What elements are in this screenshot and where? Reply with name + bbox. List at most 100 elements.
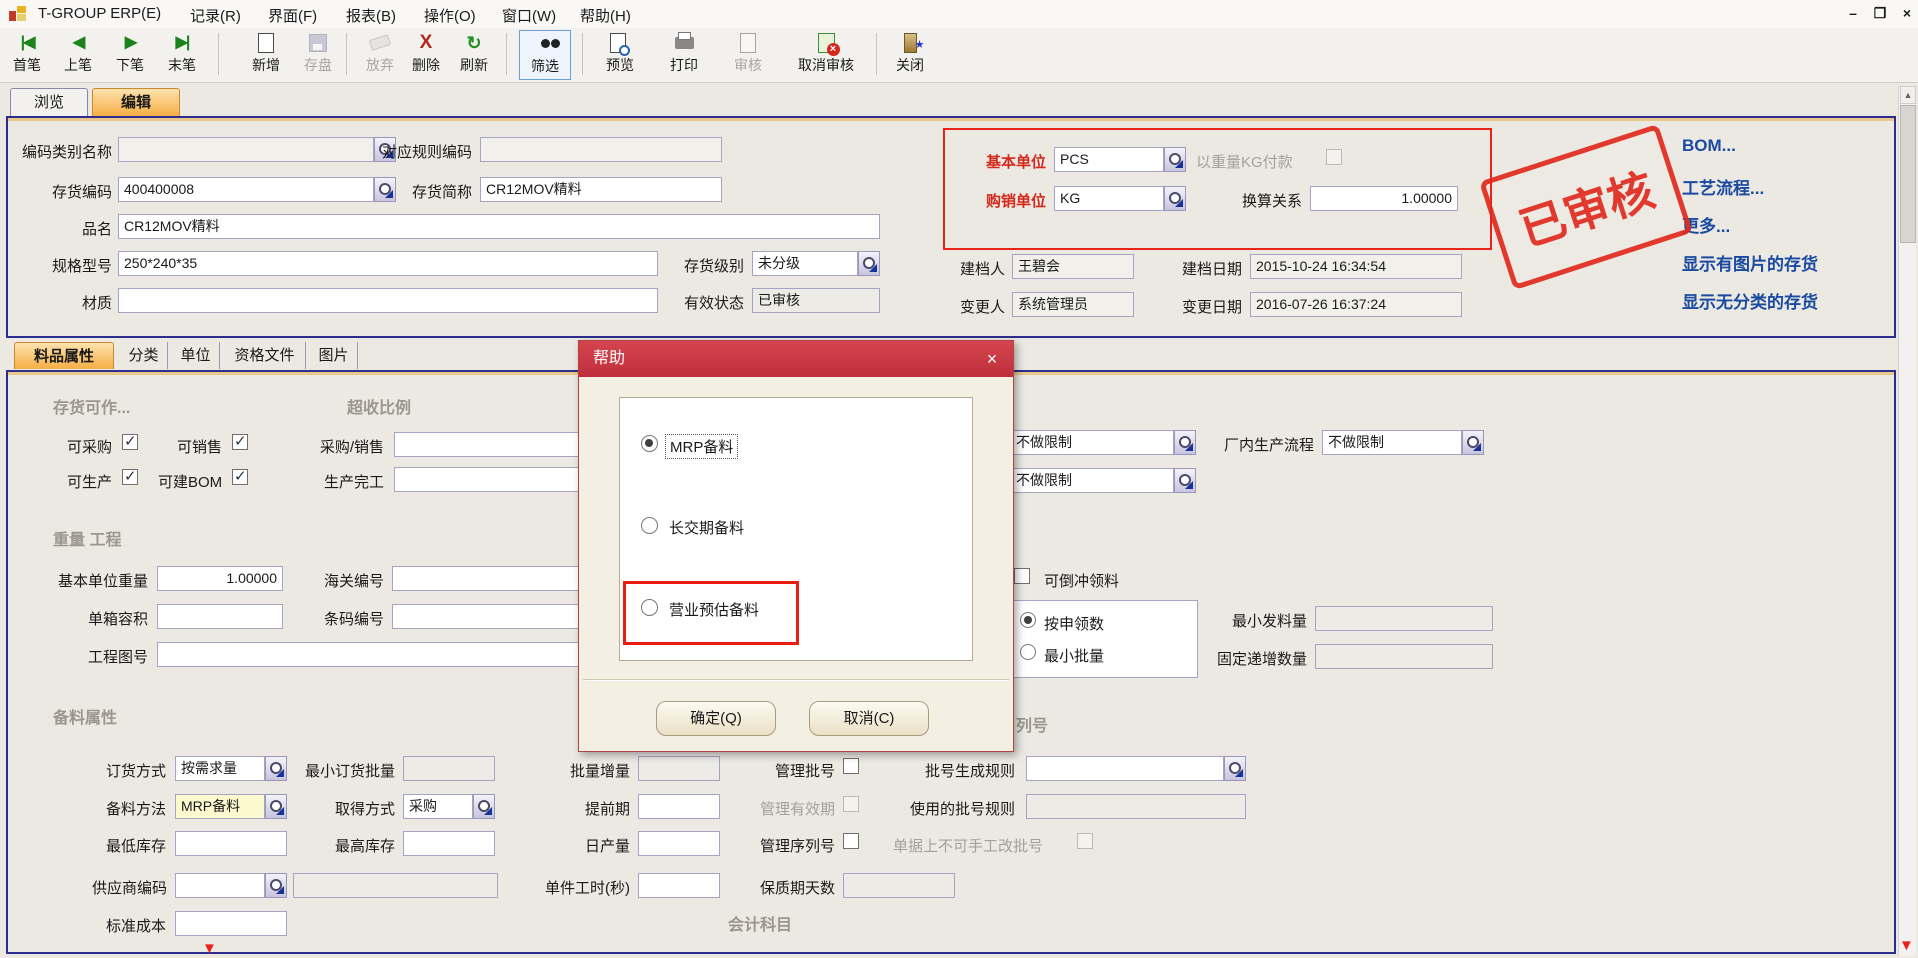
dialog-cancel-button[interactable]: 取消(C)	[809, 701, 929, 736]
box-volume-field[interactable]	[157, 604, 283, 629]
item-code-field[interactable]: 400400008	[118, 177, 374, 202]
dialog-title-bar[interactable]: 帮助	[579, 341, 1013, 377]
daily-output-field[interactable]	[638, 831, 720, 856]
close-window-button[interactable]: ×	[1897, 3, 1917, 24]
item-short-field[interactable]: CR12MOV精料	[480, 177, 722, 202]
prev-record-button[interactable]: ◀ 上笔	[52, 30, 104, 80]
link-show-unclassified[interactable]: 显示无分类的存货	[1682, 288, 1818, 313]
last-record-button[interactable]: ▶| 末笔	[156, 30, 208, 80]
close-button[interactable]: 关闭	[884, 30, 936, 80]
lookup-icon[interactable]	[1224, 756, 1246, 781]
spec-field[interactable]: 250*240*35	[118, 251, 658, 276]
lead-time-field[interactable]	[638, 794, 720, 819]
sellable-checkbox[interactable]	[232, 434, 248, 450]
restriction-field-b[interactable]: 不做限制	[1010, 468, 1174, 493]
backflush-checkbox[interactable]	[1014, 568, 1030, 584]
order-mode-field[interactable]: 按需求量	[175, 756, 265, 781]
subtab-images[interactable]: 图片	[310, 342, 358, 369]
issue-by-request-radio[interactable]	[1020, 612, 1036, 628]
subtab-classification[interactable]: 分类	[120, 342, 168, 369]
producible-checkbox[interactable]	[122, 469, 138, 485]
prep-method-field[interactable]: MRP备料	[175, 794, 265, 819]
prev-record-icon: ◀	[52, 30, 104, 57]
tab-edit[interactable]: 编辑	[92, 88, 180, 116]
subtab-qualification-files[interactable]: 资格文件	[224, 342, 306, 369]
purchasable-checkbox[interactable]	[122, 434, 138, 450]
filter-button[interactable]: 筛选	[519, 30, 571, 80]
unit-seconds-field[interactable]	[638, 873, 720, 898]
material-label: 材质	[12, 292, 112, 313]
delete-button[interactable]: X 删除	[400, 30, 452, 80]
manage-validity-checkbox[interactable]	[843, 796, 859, 812]
add-button[interactable]: 新增	[240, 30, 292, 80]
save-button[interactable]: 存盘	[292, 30, 344, 80]
scroll-up-icon[interactable]: ▲	[1900, 86, 1916, 104]
sellable-label: 可销售	[166, 436, 222, 457]
preview-button[interactable]: 预览	[594, 30, 646, 80]
max-stock-field[interactable]	[403, 831, 495, 856]
audit-button[interactable]: 审核	[722, 30, 774, 80]
lookup-icon[interactable]	[265, 794, 287, 819]
discard-button[interactable]: 放弃	[354, 30, 406, 80]
print-button[interactable]: 打印	[658, 30, 710, 80]
dialog-option2-label[interactable]: 长交期备料	[665, 516, 748, 539]
lookup-icon[interactable]	[265, 756, 287, 781]
menu-record[interactable]: 记录(R)	[190, 5, 241, 26]
dialog-option2-radio[interactable]	[641, 517, 658, 534]
link-bom[interactable]: BOM...	[1682, 136, 1736, 156]
item-name-field[interactable]: CR12MOV精料	[118, 214, 880, 239]
section-usable: 存货可作...	[53, 394, 130, 418]
minimize-button[interactable]: –	[1843, 3, 1863, 24]
factory-flow-field[interactable]: 不做限制	[1322, 430, 1462, 455]
vertical-scrollbar[interactable]: ▲	[1898, 86, 1916, 956]
menu-report[interactable]: 报表(B)	[346, 5, 396, 26]
restriction-field-a[interactable]: 不做限制	[1010, 430, 1174, 455]
menu-action[interactable]: 操作(O)	[424, 5, 476, 26]
material-field[interactable]	[118, 288, 658, 313]
link-process-flow[interactable]: 工艺流程...	[1682, 174, 1764, 199]
lookup-icon[interactable]	[1462, 430, 1484, 455]
min-stock-field[interactable]	[175, 831, 287, 856]
status-label: 有效状态	[660, 292, 744, 313]
erp-window: T-GROUP ERP(E) 记录(R) 界面(F) 报表(B) 操作(O) 窗…	[0, 0, 1918, 958]
restore-button[interactable]: ❐	[1870, 3, 1890, 24]
level-field[interactable]: 未分级	[752, 251, 858, 276]
lookup-icon[interactable]	[473, 794, 495, 819]
dialog-option1-label[interactable]: MRP备料	[665, 434, 738, 459]
menu-help[interactable]: 帮助(H)	[580, 5, 631, 26]
dialog-close-icon[interactable]: ×	[979, 347, 1005, 371]
rule-code-field[interactable]	[480, 137, 722, 162]
no-manual-lot-checkbox[interactable]	[1077, 833, 1093, 849]
lookup-icon[interactable]	[265, 873, 287, 898]
toolbar-separator	[346, 33, 347, 75]
first-record-icon: |◀	[1, 30, 53, 57]
lot-rule-field[interactable]	[1026, 756, 1224, 781]
subtab-item-properties[interactable]: 料品属性	[14, 342, 114, 369]
subtab-units[interactable]: 单位	[172, 342, 220, 369]
modify-date-label: 变更日期	[1150, 296, 1242, 317]
manage-lot-checkbox[interactable]	[843, 758, 859, 774]
std-cost-field[interactable]	[175, 911, 287, 936]
manage-serial-checkbox[interactable]	[843, 833, 859, 849]
acquire-mode-field[interactable]: 采购	[403, 794, 473, 819]
next-record-button[interactable]: ▶ 下笔	[104, 30, 156, 80]
unit-weight-field[interactable]: 1.00000	[157, 566, 283, 591]
first-record-button[interactable]: |◀ 首笔	[1, 30, 53, 80]
bomable-checkbox[interactable]	[232, 469, 248, 485]
lookup-icon[interactable]	[858, 251, 880, 276]
dialog-ok-button[interactable]: 确定(Q)	[656, 701, 776, 736]
dialog-option1-radio[interactable]	[641, 435, 658, 452]
scrollbar-thumb[interactable]	[1900, 105, 1916, 243]
coding-category-field[interactable]	[118, 137, 374, 162]
cancel-audit-button[interactable]: 取消审核	[782, 30, 870, 80]
refresh-button[interactable]: ↻ 刷新	[448, 30, 500, 80]
lookup-icon[interactable]	[1174, 430, 1196, 455]
menu-app[interactable]: T-GROUP ERP(E)	[38, 5, 161, 22]
issue-by-min-batch-radio[interactable]	[1020, 644, 1036, 660]
tab-browse[interactable]: 浏览	[10, 88, 88, 116]
lookup-icon[interactable]	[1174, 468, 1196, 493]
link-show-with-images[interactable]: 显示有图片的存货	[1682, 250, 1818, 275]
menu-window[interactable]: 窗口(W)	[502, 5, 556, 26]
supplier-code-field[interactable]	[175, 873, 265, 898]
menu-ui[interactable]: 界面(F)	[268, 5, 317, 26]
